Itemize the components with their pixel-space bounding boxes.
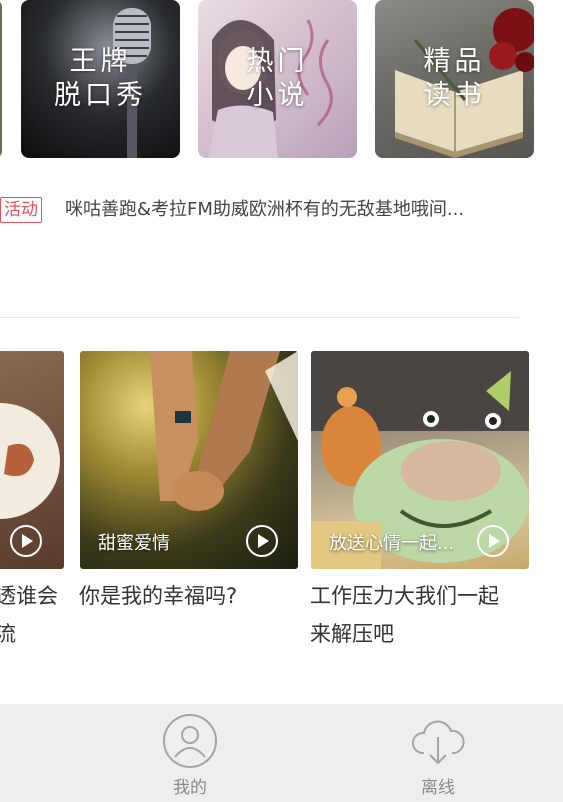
category-tile-hot-novel[interactable]: 热门 小说: [198, 0, 357, 158]
card-title-love[interactable]: 你是我的幸福吗?: [79, 577, 237, 615]
nav-label-offline: 离线: [421, 778, 455, 798]
activity-badge: 活动: [0, 197, 42, 223]
tile-label-quality-reading: 精品 读书: [423, 46, 486, 111]
category-tile-partial[interactable]: [0, 0, 2, 158]
cloud-download-icon: [412, 720, 465, 765]
card-title-relax-line2[interactable]: 来解压吧: [310, 615, 394, 653]
bottom-nav-bar: 我的 离线: [0, 704, 563, 802]
nav-item-offline[interactable]: 离线: [378, 704, 498, 802]
activity-promo[interactable]: 活动 咪咕善跑&考拉FM助威欧洲杯有的无敌基地哦间...: [0, 196, 464, 224]
play-icon[interactable]: [10, 525, 42, 557]
card-title-partial-line1[interactable]: 透谁会: [0, 577, 58, 615]
card-caption-relax: 放送心情一起...: [329, 533, 455, 554]
section-divider: [0, 317, 518, 318]
card-title-relax-line1[interactable]: 工作压力大我们一起: [310, 577, 499, 615]
card-title-partial-line2[interactable]: 流: [0, 615, 16, 653]
play-icon[interactable]: [477, 525, 509, 557]
category-tile-talk-show[interactable]: 王牌 脱口秀: [21, 0, 180, 158]
tile-label-hot-novel: 热门 小说: [246, 46, 309, 111]
card-caption-love: 甜蜜爱情: [98, 533, 170, 554]
play-icon[interactable]: [246, 525, 278, 557]
category-tile-quality-reading[interactable]: 精品 读书: [375, 0, 534, 158]
nav-label-mine: 我的: [173, 778, 207, 798]
tile-label-talk-show: 王牌 脱口秀: [54, 46, 147, 111]
recommend-card-partial[interactable]: [0, 351, 64, 569]
profile-icon: [163, 714, 217, 768]
recommend-card-love[interactable]: 甜蜜爱情: [80, 351, 298, 569]
nav-item-mine[interactable]: 我的: [130, 704, 250, 802]
recommend-card-relax[interactable]: 放送心情一起...: [311, 351, 529, 569]
activity-text[interactable]: 咪咕善跑&考拉FM助威欧洲杯有的无敌基地哦间...: [65, 196, 464, 224]
